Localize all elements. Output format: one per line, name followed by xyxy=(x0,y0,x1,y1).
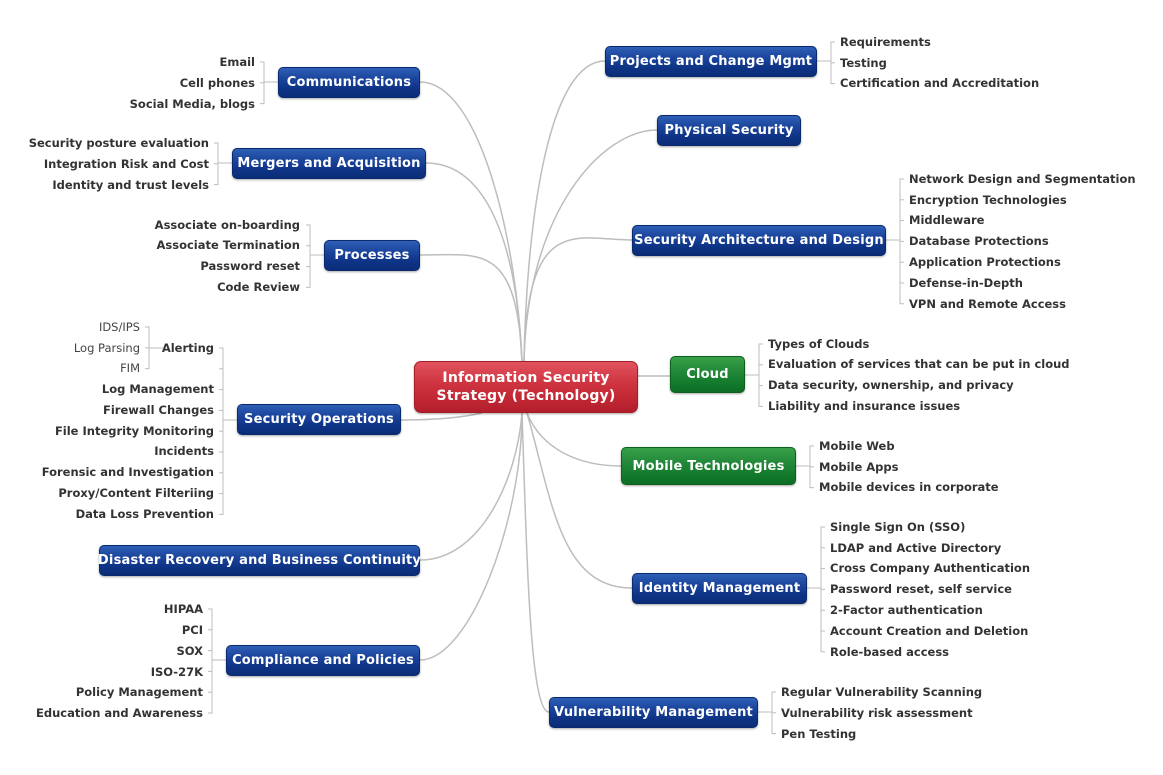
leaf-cross-company-auth[interactable]: Cross Company Authentication xyxy=(830,561,1030,575)
leaf-middleware[interactable]: Middleware xyxy=(909,213,984,227)
leaf-database-protections[interactable]: Database Protections xyxy=(909,234,1049,248)
leaf-ids-ips[interactable]: IDS/IPS xyxy=(99,320,140,334)
topic-label: Identity Management xyxy=(638,581,801,596)
leaf-data-security[interactable]: Data security, ownership, and privacy xyxy=(768,378,1014,392)
central-topic-line2: Strategy (Technology) xyxy=(436,388,616,404)
topic-compliance[interactable]: Compliance and Policies xyxy=(226,645,420,676)
topic-label: Compliance and Policies xyxy=(232,653,414,668)
leaf-sso[interactable]: Single Sign On (SSO) xyxy=(830,520,965,534)
topic-label: Cloud xyxy=(686,367,729,382)
leaf-encryption[interactable]: Encryption Technologies xyxy=(909,193,1067,207)
leaf-proxy-filtering[interactable]: Proxy/Content Filteriing xyxy=(58,486,214,500)
leaf-application-protections[interactable]: Application Protections xyxy=(909,255,1061,269)
cloud-bracket xyxy=(758,343,763,407)
topic-cloud[interactable]: Cloud xyxy=(670,356,745,393)
topic-label: Physical Security xyxy=(664,123,794,138)
leaf-social-media[interactable]: Social Media, blogs xyxy=(130,97,255,111)
topic-label: Mergers and Acquisition xyxy=(237,156,421,171)
leaf-alerting[interactable]: Alerting xyxy=(162,341,214,355)
leaf-types-of-clouds[interactable]: Types of Clouds xyxy=(768,337,869,351)
topic-communications[interactable]: Communications xyxy=(278,67,420,98)
topic-label: Vulnerability Management xyxy=(554,705,753,720)
leaf-fim[interactable]: FIM xyxy=(120,361,140,375)
leaf-liability[interactable]: Liability and insurance issues xyxy=(768,399,960,413)
central-topic[interactable]: Information Security Strategy (Technolog… xyxy=(414,361,638,413)
topic-physical-security[interactable]: Physical Security xyxy=(657,115,801,146)
topic-security-operations[interactable]: Security Operations xyxy=(237,404,401,435)
leaf-cell-phones[interactable]: Cell phones xyxy=(180,76,255,90)
leaf-requirements[interactable]: Requirements xyxy=(840,35,931,49)
topic-label: Communications xyxy=(286,75,412,90)
leaf-file-integrity[interactable]: File Integrity Monitoring xyxy=(55,424,214,438)
leaf-pci[interactable]: PCI xyxy=(182,623,203,637)
topic-identity-management[interactable]: Identity Management xyxy=(632,573,807,604)
topic-projects-change[interactable]: Projects and Change Mgmt xyxy=(605,46,817,77)
connector-mergers xyxy=(425,162,523,363)
connector-communications xyxy=(419,81,523,363)
leaf-testing[interactable]: Testing xyxy=(840,56,887,70)
leaf-certification[interactable]: Certification and Accreditation xyxy=(840,76,1039,90)
processes-bracket xyxy=(306,224,311,288)
leaf-policy-management[interactable]: Policy Management xyxy=(76,685,203,699)
leaf-vpn[interactable]: VPN and Remote Access xyxy=(909,297,1066,311)
connector-identity xyxy=(526,412,633,589)
leaf-password-reset[interactable]: Password reset xyxy=(200,259,300,273)
leaf-email[interactable]: Email xyxy=(220,55,255,69)
leaf-integration-risk[interactable]: Integration Risk and Cost xyxy=(44,157,209,171)
topic-vulnerability-management[interactable]: Vulnerability Management xyxy=(549,697,758,728)
connector-projects xyxy=(523,60,606,363)
topic-mobile-technologies[interactable]: Mobile Technologies xyxy=(621,447,796,485)
topic-label: Security Operations xyxy=(244,412,394,427)
topic-mergers[interactable]: Mergers and Acquisition xyxy=(232,148,426,179)
leaf-firewall-changes[interactable]: Firewall Changes xyxy=(103,403,214,417)
leaf-network-design[interactable]: Network Design and Segmentation xyxy=(909,172,1136,186)
connector-vuln xyxy=(521,412,550,713)
leaf-defense-in-depth[interactable]: Defense-in-Depth xyxy=(909,276,1023,290)
leaf-identity-trust[interactable]: Identity and trust levels xyxy=(52,178,209,192)
leaf-log-management[interactable]: Log Management xyxy=(102,382,214,396)
connector-mobile xyxy=(526,412,622,467)
topic-label: Mobile Technologies xyxy=(632,458,785,474)
leaf-dlp[interactable]: Data Loss Prevention xyxy=(76,507,214,521)
leaf-account-creation[interactable]: Account Creation and Deletion xyxy=(830,624,1028,638)
topic-label: Processes xyxy=(334,248,410,263)
leaf-incidents[interactable]: Incidents xyxy=(154,444,214,458)
leaf-evaluation-services[interactable]: Evaluation of services that can be put i… xyxy=(768,357,1070,371)
topic-label: Projects and Change Mgmt xyxy=(609,54,813,69)
topic-disaster-recovery[interactable]: Disaster Recovery and Business Continuit… xyxy=(97,545,422,576)
leaf-sox[interactable]: SOX xyxy=(176,644,203,658)
topic-label: Security Architecture and Design xyxy=(634,233,884,248)
mind-map-canvas: Information Security Strategy (Technolog… xyxy=(0,0,1163,775)
connector-drbc xyxy=(419,412,523,561)
leaf-mobile-web[interactable]: Mobile Web xyxy=(819,439,895,453)
leaf-forensic[interactable]: Forensic and Investigation xyxy=(42,465,214,479)
leaf-role-based-access[interactable]: Role-based access xyxy=(830,645,949,659)
leaf-education[interactable]: Education and Awareness xyxy=(36,706,203,720)
leaf-iso27k[interactable]: ISO-27K xyxy=(151,665,203,679)
leaf-2fa[interactable]: 2-Factor authentication xyxy=(830,603,983,617)
leaf-password-self-service[interactable]: Password reset, self service xyxy=(830,582,1012,596)
leaf-termination[interactable]: Associate Termination xyxy=(157,238,301,252)
connector-compliance xyxy=(419,412,523,661)
leaf-vuln-scanning[interactable]: Regular Vulnerability Scanning xyxy=(781,685,982,699)
connector-secops xyxy=(400,412,483,421)
leaf-hipaa[interactable]: HIPAA xyxy=(164,602,203,616)
topic-processes[interactable]: Processes xyxy=(324,240,420,271)
leaf-mobile-devices[interactable]: Mobile devices in corporate xyxy=(819,480,999,494)
central-topic-line1: Information Security xyxy=(442,370,610,386)
leaf-log-parsing[interactable]: Log Parsing xyxy=(74,341,140,355)
compliance-bracket xyxy=(208,608,213,714)
leaf-code-review[interactable]: Code Review xyxy=(217,280,300,294)
topic-label: Disaster Recovery and Business Continuit… xyxy=(97,553,422,568)
leaf-mobile-apps[interactable]: Mobile Apps xyxy=(819,460,898,474)
leaf-ldap[interactable]: LDAP and Active Directory xyxy=(830,541,1001,555)
topic-security-architecture[interactable]: Security Architecture and Design xyxy=(632,225,886,256)
leaf-onboarding[interactable]: Associate on-boarding xyxy=(155,218,300,232)
leaf-vuln-risk[interactable]: Vulnerability risk assessment xyxy=(781,706,973,720)
connector-processes xyxy=(419,253,523,363)
leaf-security-posture[interactable]: Security posture evaluation xyxy=(29,136,209,150)
leaf-pen-testing[interactable]: Pen Testing xyxy=(781,727,856,741)
